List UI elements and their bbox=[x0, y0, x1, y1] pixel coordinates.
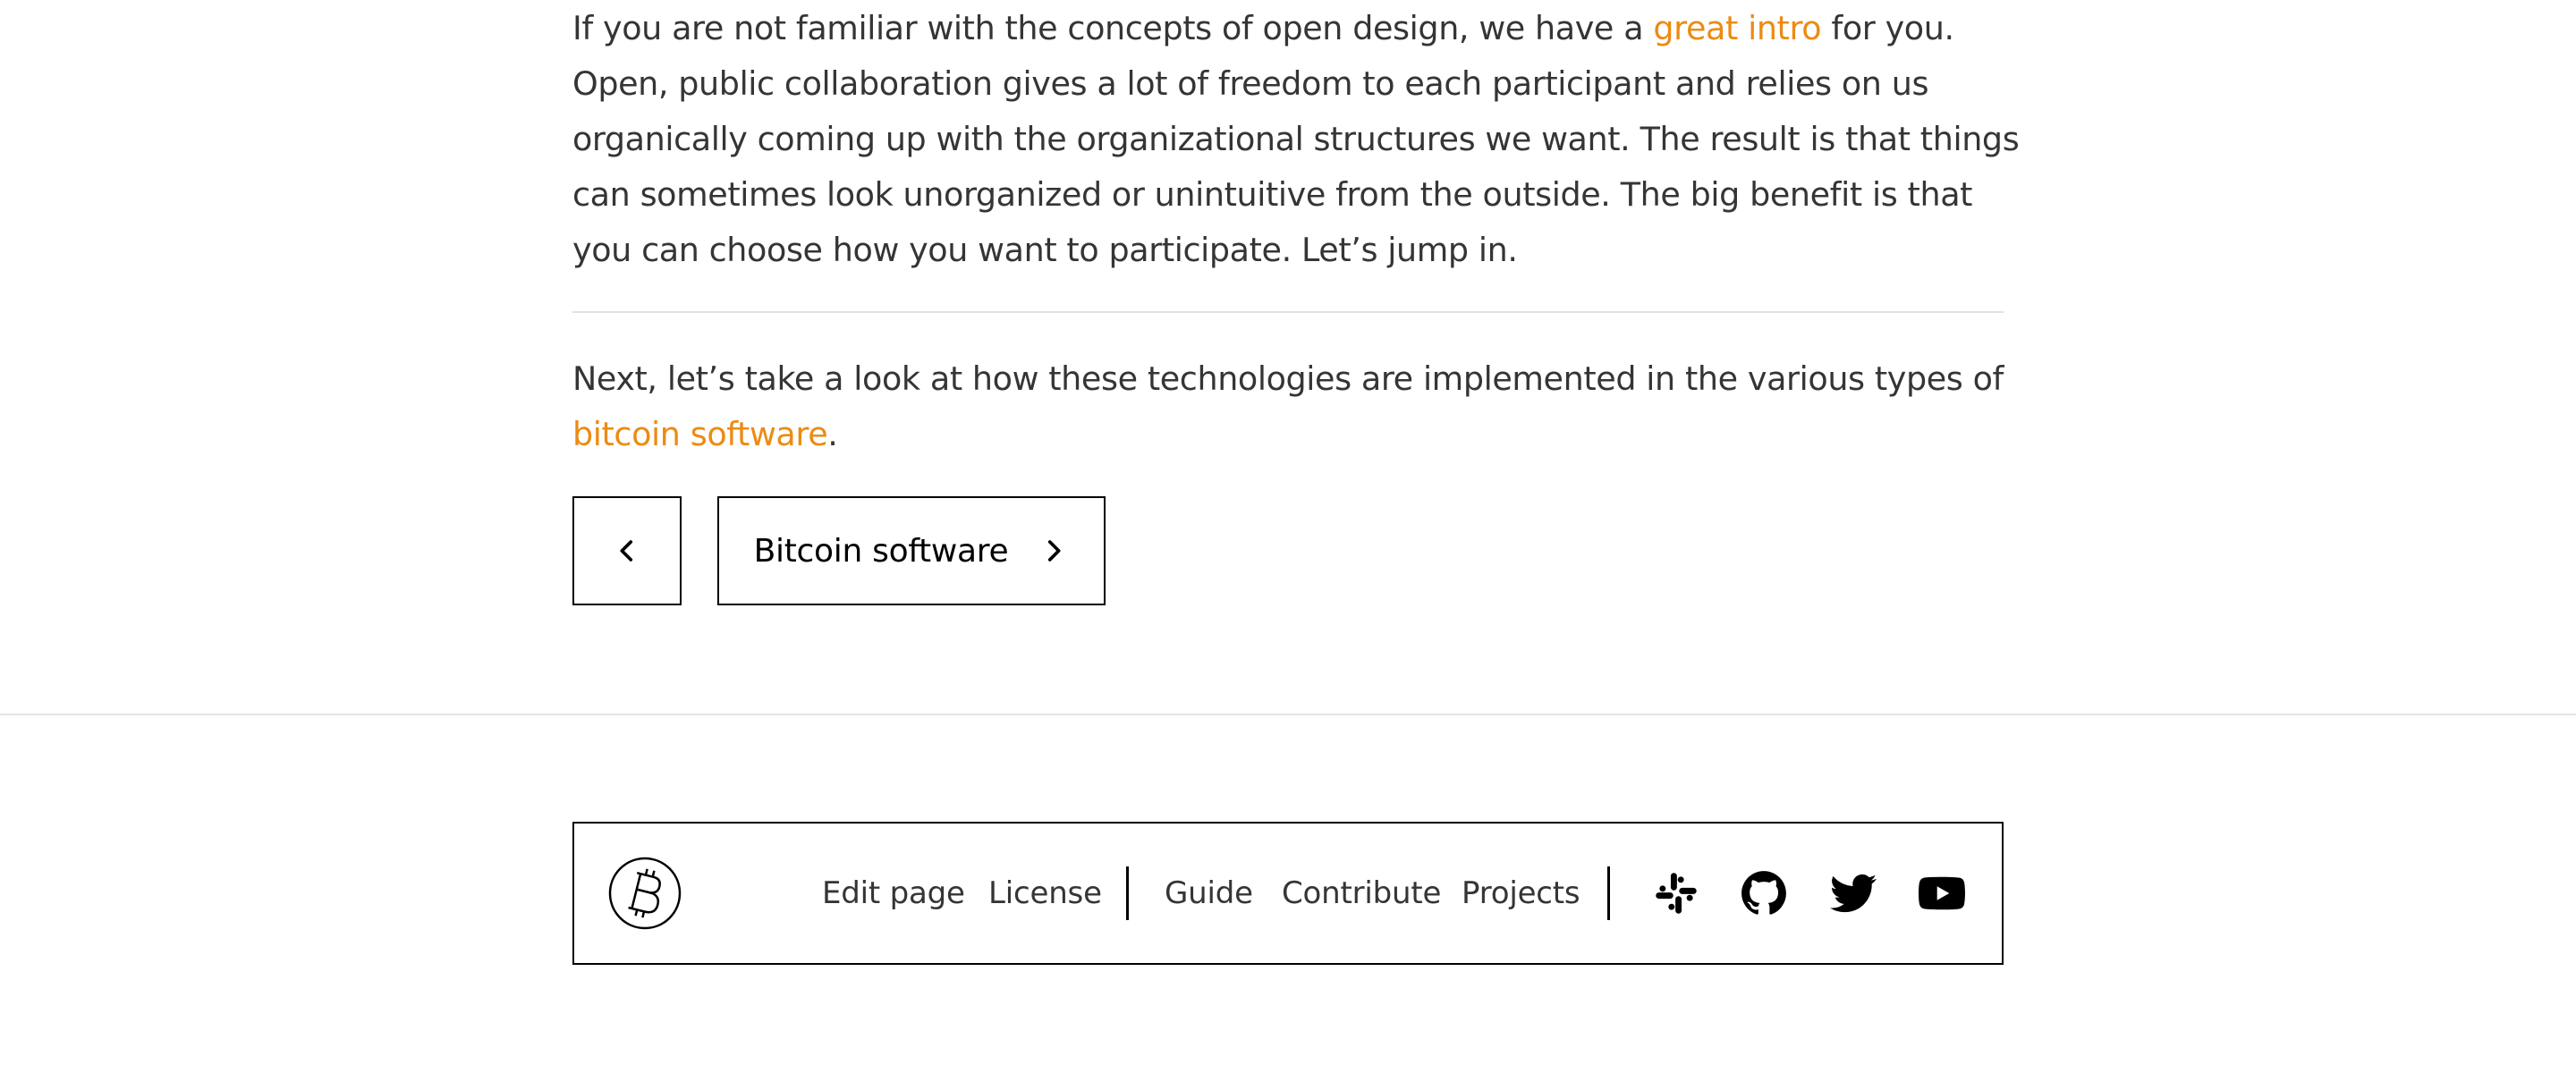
footer-link-projects[interactable]: Projects bbox=[1462, 868, 1580, 918]
footer-divider bbox=[0, 714, 2576, 715]
github-icon[interactable] bbox=[1741, 870, 1787, 917]
bitcoin-software-link[interactable]: bitcoin software bbox=[572, 415, 828, 453]
previous-page-button[interactable] bbox=[572, 496, 682, 605]
next-page-label: Bitcoin software bbox=[753, 532, 1009, 570]
footer-link-contribute[interactable]: Contribute bbox=[1282, 868, 1441, 918]
footer-link-edit-page[interactable]: Edit page bbox=[822, 868, 965, 918]
footer-link-guide[interactable]: Guide bbox=[1165, 868, 1253, 918]
footer-links: Edit page License Guide Contribute Proje… bbox=[574, 824, 2002, 963]
twitter-icon[interactable] bbox=[1830, 870, 1877, 917]
next-text-after: . bbox=[827, 415, 838, 453]
footer-separator bbox=[1607, 866, 1610, 920]
footer-link-license[interactable]: License bbox=[988, 868, 1102, 918]
next-paragraph: Next, let’s take a look at how these tec… bbox=[572, 351, 2021, 462]
footer-separator bbox=[1126, 866, 1129, 920]
intro-text-after: for you. Open, public collaboration give… bbox=[572, 9, 2020, 269]
intro-text-before: If you are not familiar with the concept… bbox=[572, 9, 1654, 47]
slack-icon[interactable] bbox=[1653, 870, 1699, 917]
chevron-right-icon bbox=[1048, 540, 1061, 562]
chevron-left-icon bbox=[620, 540, 633, 562]
site-footer: Edit page License Guide Contribute Proje… bbox=[572, 822, 2004, 965]
next-page-button[interactable]: Bitcoin software bbox=[717, 496, 1106, 605]
section-divider bbox=[572, 311, 2004, 313]
next-text-before: Next, let’s take a look at how these tec… bbox=[572, 359, 2004, 398]
youtube-icon[interactable] bbox=[1919, 870, 1965, 917]
intro-paragraph: If you are not familiar with the concept… bbox=[572, 1, 2021, 278]
great-intro-link[interactable]: great intro bbox=[1653, 9, 1821, 47]
